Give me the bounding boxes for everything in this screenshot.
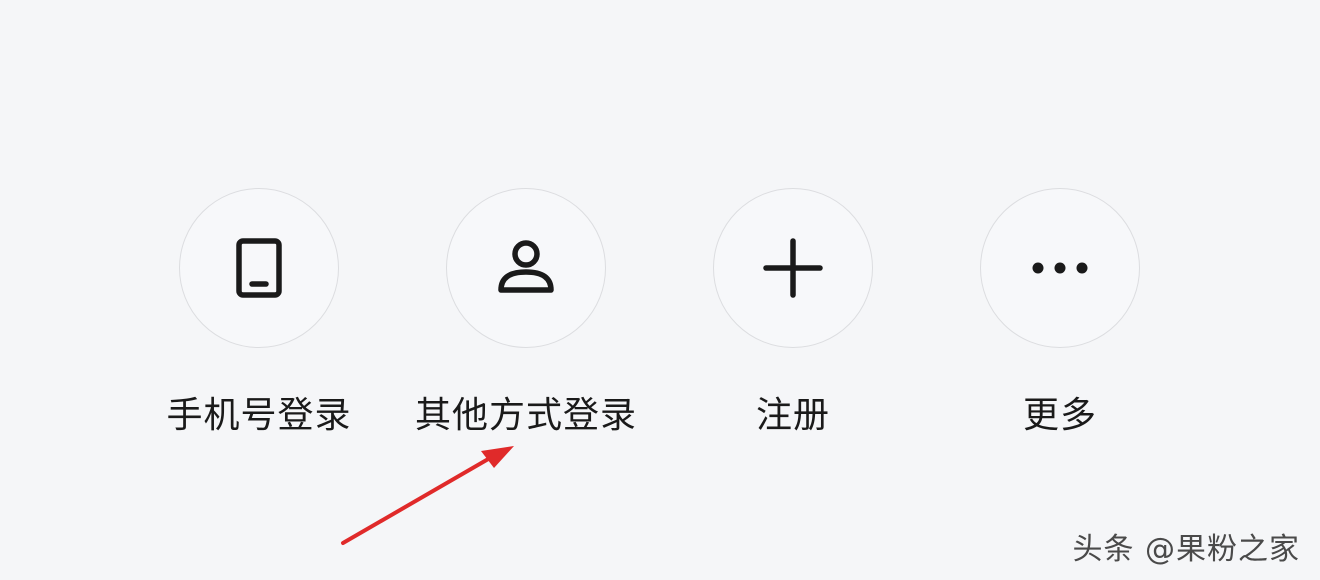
- phone-icon: [236, 238, 282, 298]
- more-dots-icon: [1032, 262, 1088, 274]
- more-label: 更多: [1022, 395, 1097, 436]
- phone-login-button[interactable]: [179, 188, 339, 348]
- phone-login-label: 手机号登录: [166, 395, 352, 436]
- other-login-option[interactable]: 其他方式登录: [396, 188, 656, 448]
- user-icon: [498, 240, 554, 293]
- more-button[interactable]: [980, 188, 1140, 348]
- watermark-text: 头条 @果粉之家: [1072, 532, 1300, 567]
- more-option[interactable]: 更多: [930, 188, 1190, 448]
- phone-login-option[interactable]: 手机号登录: [129, 188, 389, 448]
- register-button[interactable]: [713, 188, 873, 348]
- plus-icon: [763, 238, 823, 298]
- register-label: 注册: [755, 395, 830, 436]
- register-option[interactable]: 注册: [663, 188, 923, 448]
- other-login-label: 其他方式登录: [414, 395, 637, 436]
- other-login-button[interactable]: [446, 188, 606, 348]
